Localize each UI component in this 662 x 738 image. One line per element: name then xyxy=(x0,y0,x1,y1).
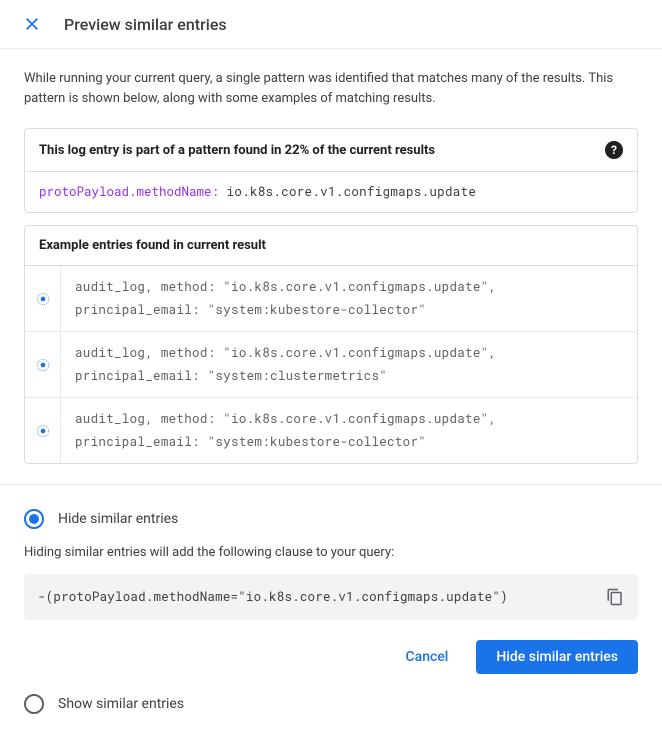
log-entry-icon xyxy=(36,292,50,306)
example-row[interactable]: audit_log, method: "io.k8s.core.v1.confi… xyxy=(25,331,637,397)
close-icon xyxy=(23,15,41,33)
pattern-card-body: protoPayload.methodName: io.k8s.core.v1.… xyxy=(25,172,637,212)
pattern-card-header: This log entry is part of a pattern foun… xyxy=(25,129,637,172)
example-text: audit_log, method: "io.k8s.core.v1.confi… xyxy=(61,266,637,331)
examples-card-header: Example entries found in current result xyxy=(25,226,637,266)
example-icon-cell xyxy=(25,332,61,397)
radio-show[interactable] xyxy=(24,694,44,714)
examples-card-title: Example entries found in current result xyxy=(39,238,266,253)
example-row[interactable]: audit_log, method: "io.k8s.core.v1.confi… xyxy=(25,266,637,331)
query-box: -(protoPayload.methodName="io.k8s.core.v… xyxy=(24,574,638,620)
confirm-button[interactable]: Hide similar entries xyxy=(476,640,638,674)
log-entry-icon xyxy=(36,424,50,438)
examples-card: Example entries found in current result … xyxy=(24,225,638,464)
example-row[interactable]: audit_log, method: "io.k8s.core.v1.confi… xyxy=(25,397,637,463)
actions-row: Cancel Hide similar entries xyxy=(24,640,638,674)
cancel-button[interactable]: Cancel xyxy=(386,640,469,674)
hide-option-row[interactable]: Hide similar entries xyxy=(24,509,638,529)
dialog-title: Preview similar entries xyxy=(64,15,227,34)
show-option-label: Show similar entries xyxy=(58,696,184,712)
hide-option-desc: Hiding similar entries will add the foll… xyxy=(24,545,638,560)
dialog-header: Preview similar entries xyxy=(0,0,662,49)
examples-list: audit_log, method: "io.k8s.core.v1.confi… xyxy=(25,266,637,463)
show-option-row[interactable]: Show similar entries xyxy=(24,694,638,714)
example-icon-cell xyxy=(25,398,61,463)
example-text: audit_log, method: "io.k8s.core.v1.confi… xyxy=(61,398,637,463)
dialog-content: While running your current query, a sing… xyxy=(0,49,662,485)
close-button[interactable] xyxy=(20,12,44,36)
help-icon[interactable]: ? xyxy=(605,141,623,159)
pattern-value: io.k8s.core.v1.configmaps.update xyxy=(227,184,477,200)
pattern-field: protoPayload.methodName: xyxy=(39,184,219,200)
example-text: audit_log, method: "io.k8s.core.v1.confi… xyxy=(61,332,637,397)
query-text: -(protoPayload.methodName="io.k8s.core.v… xyxy=(38,589,508,605)
options-section: Hide similar entries Hiding similar entr… xyxy=(0,485,662,714)
copy-button[interactable] xyxy=(606,588,624,606)
intro-text: While running your current query, a sing… xyxy=(24,69,638,108)
copy-icon xyxy=(606,588,624,606)
example-icon-cell xyxy=(25,266,61,331)
pattern-card: This log entry is part of a pattern foun… xyxy=(24,128,638,213)
pattern-card-title: This log entry is part of a pattern foun… xyxy=(39,143,435,158)
log-entry-icon xyxy=(36,358,50,372)
radio-hide[interactable] xyxy=(24,509,44,529)
hide-option-label: Hide similar entries xyxy=(58,511,178,527)
